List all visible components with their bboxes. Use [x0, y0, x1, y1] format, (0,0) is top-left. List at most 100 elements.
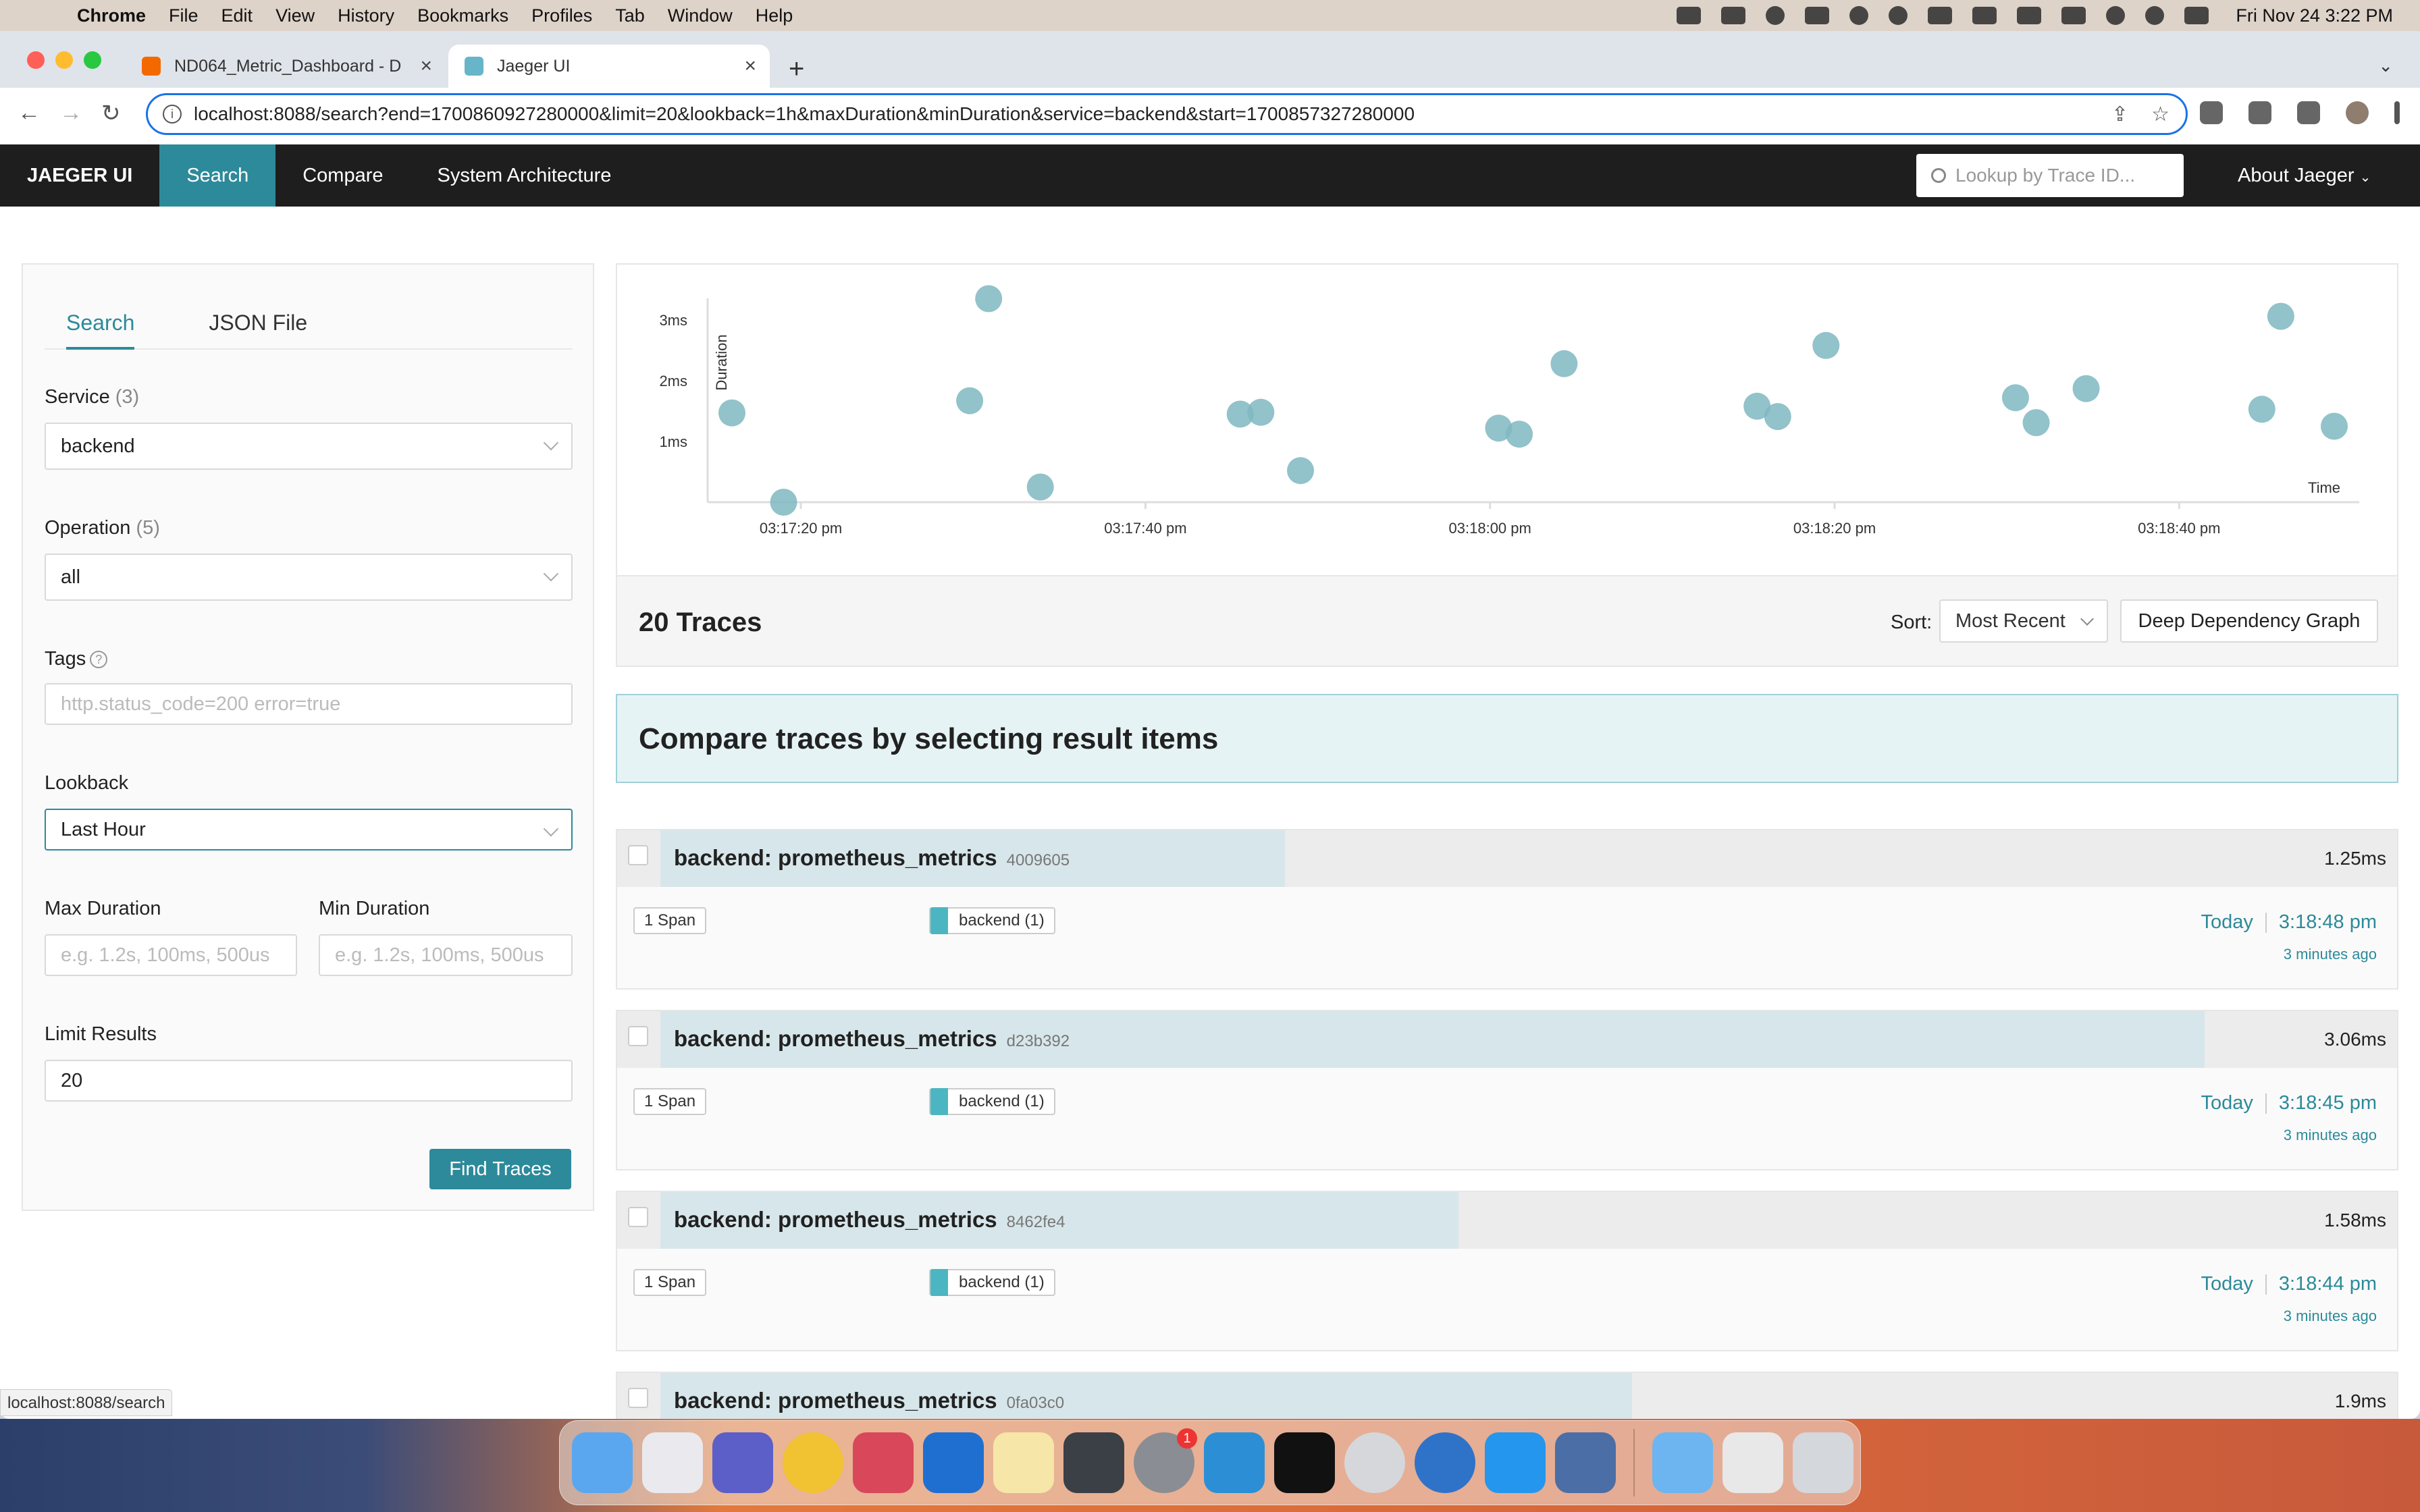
puzzle-icon[interactable]	[2248, 101, 2271, 124]
extension-icon[interactable]	[2200, 101, 2223, 124]
menu-help[interactable]: Help	[756, 5, 793, 26]
system-settings-icon[interactable]: 1	[1134, 1428, 1197, 1493]
lookback-select[interactable]: Last Hour	[45, 809, 573, 850]
finder-icon[interactable]	[572, 1432, 633, 1493]
control-center-icon[interactable]	[2184, 7, 2209, 24]
memory-icon[interactable]	[1972, 7, 1997, 24]
operation-select[interactable]: all	[45, 554, 573, 601]
terminal-icon[interactable]	[1274, 1432, 1335, 1493]
trace-checkbox[interactable]	[628, 1388, 648, 1408]
new-tab-button[interactable]: +	[789, 54, 804, 84]
back-icon[interactable]: ←	[18, 100, 41, 126]
atom-icon[interactable]	[1063, 1432, 1124, 1493]
sort-select[interactable]: Most Recent	[1939, 599, 2108, 643]
trace-header[interactable]: backend: prometheus_metrics d23b392 3.06m…	[617, 1011, 2397, 1068]
find-traces-button[interactable]: Find Traces	[429, 1149, 571, 1189]
trace-title[interactable]: backend: prometheus_metrics d23b392	[674, 1026, 1070, 1052]
reload-icon[interactable]: ↻	[101, 100, 121, 127]
trace-body[interactable]: 1 Span backend (1) Today 3:18:48 pm 3 minu…	[617, 887, 2397, 988]
keyboard-icon[interactable]	[1805, 7, 1830, 24]
vpn-icon[interactable]	[1889, 6, 1908, 25]
vscode-icon[interactable]	[1204, 1432, 1265, 1493]
teams-icon[interactable]	[712, 1432, 773, 1493]
launchpad-icon[interactable]	[642, 1432, 703, 1493]
trace-point[interactable]	[1550, 350, 1578, 377]
trace-point[interactable]	[2267, 302, 2294, 330]
trace-item[interactable]: backend: prometheus_metrics 0fa03c0 1.9ms	[616, 1372, 2398, 1419]
trace-point[interactable]	[1287, 457, 1315, 485]
trace-header[interactable]: backend: prometheus_metrics 4009605 1.25m…	[617, 830, 2397, 887]
recent-documents-icon[interactable]	[1722, 1432, 1783, 1493]
bookmark-star-icon[interactable]: ☆	[2151, 103, 2169, 126]
forward-icon[interactable]: →	[59, 100, 82, 126]
nav-search[interactable]: Search	[159, 144, 276, 207]
max-duration-input[interactable]: e.g. 1.2s, 100ms, 500us	[45, 934, 297, 976]
nav-system-architecture[interactable]: System Architecture	[411, 144, 639, 207]
trace-point[interactable]	[956, 387, 984, 414]
trace-item[interactable]: backend: prometheus_metrics d23b392 3.06m…	[616, 1010, 2398, 1170]
tab-jaeger[interactable]: Jaeger UI ×	[448, 45, 770, 88]
spotlight-icon[interactable]	[2145, 6, 2165, 25]
notes-icon[interactable]	[993, 1432, 1054, 1493]
battery-icon[interactable]	[2061, 7, 2086, 24]
bluetooth-icon[interactable]	[2017, 7, 2042, 24]
menu-file[interactable]: File	[169, 5, 199, 26]
menu-view[interactable]: View	[275, 5, 315, 26]
moon-icon[interactable]	[1766, 6, 1785, 25]
trace-point[interactable]	[1812, 331, 1840, 359]
help-icon[interactable]: ?	[90, 651, 108, 669]
avatar[interactable]	[2346, 101, 2369, 124]
deep-dependency-graph-button[interactable]: Deep Dependency Graph	[2120, 599, 2378, 643]
share-icon[interactable]: ⇪	[2111, 103, 2128, 126]
1password-icon[interactable]	[1415, 1432, 1475, 1493]
limit-results-input[interactable]: 20	[45, 1060, 573, 1102]
trace-point[interactable]	[718, 399, 745, 427]
downloads-folder-icon[interactable]	[1652, 1432, 1713, 1493]
menu-profiles[interactable]: Profiles	[531, 5, 592, 26]
trace-item[interactable]: backend: prometheus_metrics 4009605 1.25m…	[616, 829, 2398, 990]
side-panel-icon[interactable]	[2297, 101, 2320, 124]
trace-item[interactable]: backend: prometheus_metrics 8462fe4 1.58m…	[616, 1191, 2398, 1351]
tags-input[interactable]: http.status_code=200 error=true	[45, 683, 573, 725]
trace-body[interactable]: 1 Span backend (1) Today 3:18:45 pm 3 minu…	[617, 1068, 2397, 1169]
trace-checkbox[interactable]	[628, 1207, 648, 1227]
tab-grafana[interactable]: ND064_Metric_Dashboard - D ×	[135, 45, 446, 88]
virtualbox-icon[interactable]	[1555, 1432, 1616, 1493]
trash-icon[interactable]	[1793, 1432, 1853, 1493]
trace-header[interactable]: backend: prometheus_metrics 0fa03c0 1.9ms	[617, 1373, 2397, 1419]
menu-history[interactable]: History	[338, 5, 394, 26]
trace-header[interactable]: backend: prometheus_metrics 8462fe4 1.58m…	[617, 1192, 2397, 1249]
close-tab-icon[interactable]: ×	[744, 55, 756, 78]
service-select[interactable]: backend	[45, 423, 573, 470]
close-tab-icon[interactable]: ×	[420, 55, 432, 78]
trace-title[interactable]: backend: prometheus_metrics 0fa03c0	[674, 1388, 1064, 1413]
coffee-icon[interactable]	[1721, 7, 1746, 24]
jaeger-brand[interactable]: JAEGER UI	[0, 144, 159, 207]
url-text[interactable]: localhost:8088/search?end=17008609272800…	[194, 103, 1415, 125]
kebab-menu-icon[interactable]	[2394, 101, 2400, 124]
outlook-icon[interactable]	[923, 1432, 984, 1493]
trace-point[interactable]	[1026, 473, 1054, 501]
docker-icon[interactable]	[1485, 1432, 1546, 1493]
nav-compare[interactable]: Compare	[275, 144, 410, 207]
tab-json-file[interactable]: JSON File	[209, 286, 307, 350]
wifi-icon[interactable]	[2106, 6, 2126, 25]
trace-title[interactable]: backend: prometheus_metrics 4009605	[674, 845, 1070, 871]
trace-body[interactable]: 1 Span backend (1) Today 3:18:44 pm 3 minu…	[617, 1249, 2397, 1350]
trace-point[interactable]	[2001, 384, 2029, 412]
trace-checkbox[interactable]	[628, 845, 648, 865]
menu-window[interactable]: Window	[668, 5, 733, 26]
trace-point[interactable]	[2022, 409, 2050, 437]
trace-title[interactable]: backend: prometheus_metrics 8462fe4	[674, 1207, 1065, 1233]
minimize-window-button[interactable]	[55, 51, 73, 69]
tab-search-icon[interactable]: ⌄	[2378, 55, 2393, 76]
trace-point[interactable]	[770, 489, 797, 516]
chrome-icon[interactable]	[783, 1432, 843, 1493]
menu-edit[interactable]: Edit	[221, 5, 253, 26]
trace-point[interactable]	[2248, 396, 2276, 423]
menu-app-name[interactable]: Chrome	[77, 5, 146, 26]
about-jaeger-menu[interactable]: About Jaeger ⌄	[2238, 144, 2371, 207]
menu-clock[interactable]: Fri Nov 24 3:22 PM	[2236, 5, 2393, 26]
trace-point[interactable]	[2320, 412, 2348, 440]
trace-point[interactable]	[1506, 421, 1533, 448]
